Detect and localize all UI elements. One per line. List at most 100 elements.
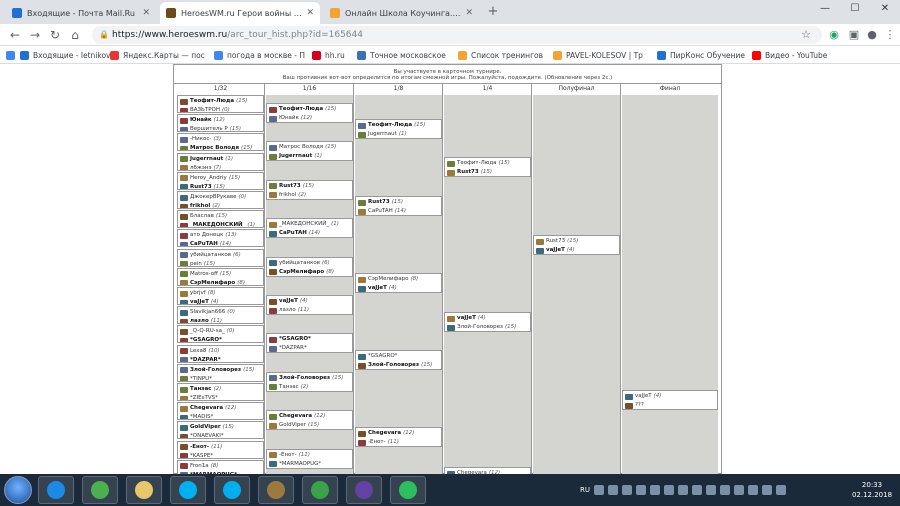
player-row[interactable]: ybrjvf (8) — [180, 289, 261, 298]
player-name[interactable]: Теофит-Люда — [190, 98, 234, 105]
player-name[interactable]: GoldViper — [190, 424, 221, 431]
player-row[interactable]: *KASPE* — [180, 452, 261, 458]
apps-icon[interactable] — [6, 49, 19, 61]
player-name[interactable]: *TINPU* — [190, 376, 212, 381]
player-row[interactable]: Теофит-Люда (15) — [269, 105, 350, 114]
player-name[interactable]: Злой-Головорез — [279, 375, 330, 382]
player-row[interactable]: лазло (11) — [269, 306, 350, 314]
player-name[interactable]: *KASPE* — [190, 453, 213, 458]
player-row[interactable]: Fron1a (8) — [180, 462, 261, 471]
player-name[interactable]: Jugerrnaut — [279, 153, 312, 160]
tray-icon[interactable] — [608, 485, 618, 495]
player-row[interactable]: Rust73 (15) — [269, 182, 350, 191]
player-row[interactable]: *TINPU* — [180, 375, 261, 381]
player-name[interactable]: Jugerrnaut — [368, 131, 397, 138]
taskbar-app-button[interactable] — [214, 476, 250, 504]
taskbar-app-button[interactable] — [302, 476, 338, 504]
player-name[interactable]: Теофит-Люда — [457, 160, 497, 167]
player-row[interactable]: _Q-Q-RU-sa_ (0) — [180, 327, 261, 336]
tray-icon[interactable] — [664, 485, 674, 495]
player-name[interactable]: Матрос Володя — [279, 144, 323, 151]
player-row[interactable]: Танзас (2) — [269, 383, 350, 391]
player-row[interactable]: -Никос- (3) — [180, 135, 261, 144]
player-row[interactable]: ДжокерВРукаве (0) — [180, 193, 261, 202]
player-name[interactable]: vaJJeT — [635, 393, 652, 400]
player-row[interactable]: Slavikjan666 (0) — [180, 308, 261, 317]
tab-coaching[interactable]: Онлайн Школа Коучинга. Потс ✕ — [324, 2, 479, 24]
player-row[interactable]: vaJJeT (4) — [269, 297, 350, 306]
player-name[interactable]: vaJJeT — [279, 298, 298, 305]
home-icon[interactable]: ⌂ — [66, 26, 84, 44]
bookmark-item[interactable]: Точное московское — [357, 49, 446, 61]
player-row[interactable]: vaJJeT (4) — [358, 284, 439, 292]
player-row[interactable]: -Енот- (11) — [180, 443, 261, 452]
player-row[interactable]: Юнайк (12) — [180, 116, 261, 125]
player-row[interactable]: Chegevara (12) — [180, 404, 261, 413]
player-name[interactable]: ДжокерВРукаве — [190, 194, 236, 201]
maximize-button[interactable]: ☐ — [840, 0, 870, 18]
forward-arrow-icon[interactable]: → — [26, 26, 44, 44]
tray-icon[interactable] — [650, 485, 660, 495]
taskbar-app-button[interactable] — [346, 476, 382, 504]
player-name[interactable]: Теофит-Люда — [368, 122, 412, 129]
player-row[interactable]: -Енот- (11) — [269, 451, 350, 460]
start-button[interactable] — [4, 476, 32, 504]
player-name[interactable]: Jugerrnaut — [190, 156, 223, 163]
player-name[interactable]: Злой-Головорез — [457, 324, 503, 331]
bookmark-item[interactable]: Входящие - letnikov — [20, 49, 110, 61]
close-icon[interactable]: ✕ — [142, 8, 150, 18]
tray-icon[interactable] — [622, 485, 632, 495]
player-row[interactable]: Юнайк (12) — [269, 114, 350, 122]
player-name[interactable]: CaPuTAH — [368, 208, 393, 215]
player-name[interactable]: vaJJeT — [190, 299, 209, 304]
close-window-button[interactable]: ✕ — [870, 0, 900, 18]
player-row[interactable]: Злой-Головорез (15) — [447, 323, 528, 331]
player-row[interactable]: *ONAEVAKI* — [180, 432, 261, 439]
player-name[interactable]: СэрМелифаро — [190, 280, 235, 285]
player-row[interactable]: Теофит-Люда (15) — [447, 159, 528, 168]
player-name[interactable]: *MADIS* — [190, 414, 213, 419]
player-row[interactable]: Rust73 (15) — [536, 237, 617, 246]
player-row[interactable]: Злой-Головорез (15) — [180, 366, 261, 375]
minimize-button[interactable]: — — [810, 0, 840, 18]
player-name[interactable]: *ONAEVAKI* — [190, 433, 224, 438]
player-name[interactable]: Матрос Володя — [190, 145, 239, 150]
player-row[interactable]: _МАКЕДОНСКИЙ_ (1) — [180, 221, 261, 228]
player-row[interactable]: убийцатанков (6) — [269, 259, 350, 268]
tray-icon[interactable] — [678, 485, 688, 495]
tray-icon[interactable] — [734, 485, 744, 495]
player-name[interactable]: убийцатанков — [190, 252, 231, 259]
player-name[interactable]: Chegevara — [190, 405, 223, 412]
player-name[interactable]: -Енот- — [368, 439, 386, 446]
taskbar-app-button[interactable] — [38, 476, 74, 504]
player-name[interactable]: Rust73 — [190, 184, 212, 189]
bookmark-item[interactable]: PAVEL-KOLESOV | Тр — [553, 49, 643, 61]
player-name[interactable]: СэрМелифаро — [368, 276, 409, 283]
network-icon[interactable] — [776, 485, 786, 495]
player-name[interactable]: *DAZPAR* — [279, 345, 307, 352]
player-name[interactable]: Slavikjan666 — [190, 309, 225, 316]
tray-icon[interactable] — [748, 485, 758, 495]
player-row[interactable]: vaJJeT (4) — [447, 314, 528, 323]
player-row[interactable]: Матрос Володя (15) — [269, 143, 350, 152]
player-name[interactable]: Fron1a — [190, 463, 209, 470]
player-row[interactable]: убийцатанков (6) — [180, 251, 261, 260]
player-name[interactable]: CaPuTAH — [190, 241, 218, 246]
player-name[interactable]: ВАЗЬТРОН — [190, 107, 220, 112]
close-icon[interactable]: ✕ — [306, 8, 314, 18]
player-name[interactable]: Lexa8 — [190, 348, 206, 355]
player-row[interactable]: Теофит-Люда (15) — [358, 121, 439, 130]
player-name[interactable]: убийцатанков — [279, 260, 320, 267]
player-name[interactable]: Злой-Головорез — [368, 362, 419, 369]
player-row[interactable]: Jugerrnaut (1) — [269, 152, 350, 160]
tab-mail[interactable]: Входящие - Почта Mail.Ru ✕ — [6, 2, 156, 24]
player-name[interactable]: Rust73 — [368, 199, 390, 206]
player-row[interactable]: pein (15) — [180, 260, 261, 266]
player-row[interactable]: лазло (11) — [180, 317, 261, 324]
player-name[interactable]: Chegevara — [368, 430, 401, 437]
player-row[interactable]: ??? — [625, 401, 715, 409]
player-name[interactable]: vaJJeT — [546, 247, 565, 254]
player-row[interactable]: GoldViper (15) — [180, 423, 261, 432]
player-name[interactable]: pein — [190, 261, 202, 266]
player-row[interactable]: Jugerrnaut (1) — [180, 155, 261, 164]
